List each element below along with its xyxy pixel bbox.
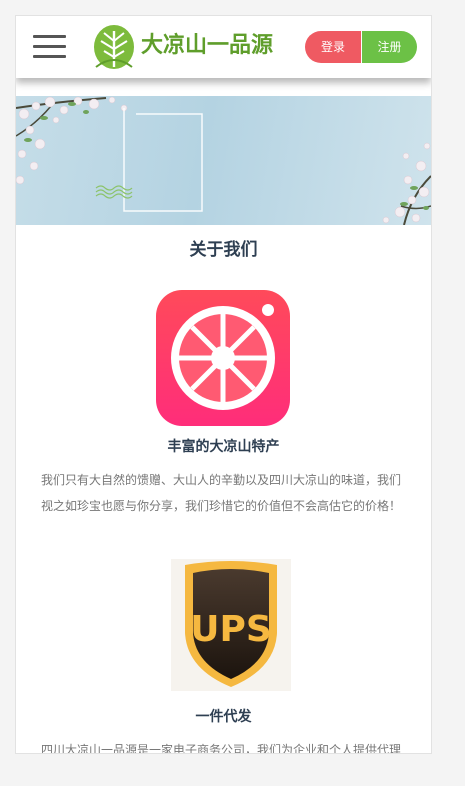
feature-title: 一件代发 xyxy=(195,709,252,725)
grapefruit-app-icon xyxy=(156,290,290,426)
ups-shield-icon: UPS xyxy=(171,559,291,691)
logo-tree-icon xyxy=(94,25,134,69)
section-title: 关于我们 xyxy=(189,240,258,260)
svg-text:UPS: UPS xyxy=(190,609,272,650)
register-button[interactable]: 注册 xyxy=(362,31,417,63)
banner-blossom-illustration xyxy=(16,96,431,225)
logo-text[interactable]: 大凉山一品源 xyxy=(141,31,273,61)
login-button[interactable]: 登录 xyxy=(305,31,361,63)
feature-description: 我们只有大自然的馈赠、大山人的辛勤以及四川大凉山的味道，我们视之如珍宝也愿与你分… xyxy=(41,473,402,513)
hamburger-menu-icon[interactable] xyxy=(33,35,66,59)
feature-title: 丰富的大凉山特产 xyxy=(167,439,280,455)
top-header: 大凉山一品源 登录 注册 xyxy=(16,16,431,78)
feature-description: 四川大凉山一品源是一家电子商务公司，我们为企业和个人提供代理 xyxy=(41,743,402,754)
phone-frame: 大凉山一品源 登录 注册 关于我们 丰富的大凉山特产 我们只有大自然的馈赠、大山… xyxy=(15,15,432,754)
banner-image xyxy=(16,96,431,225)
